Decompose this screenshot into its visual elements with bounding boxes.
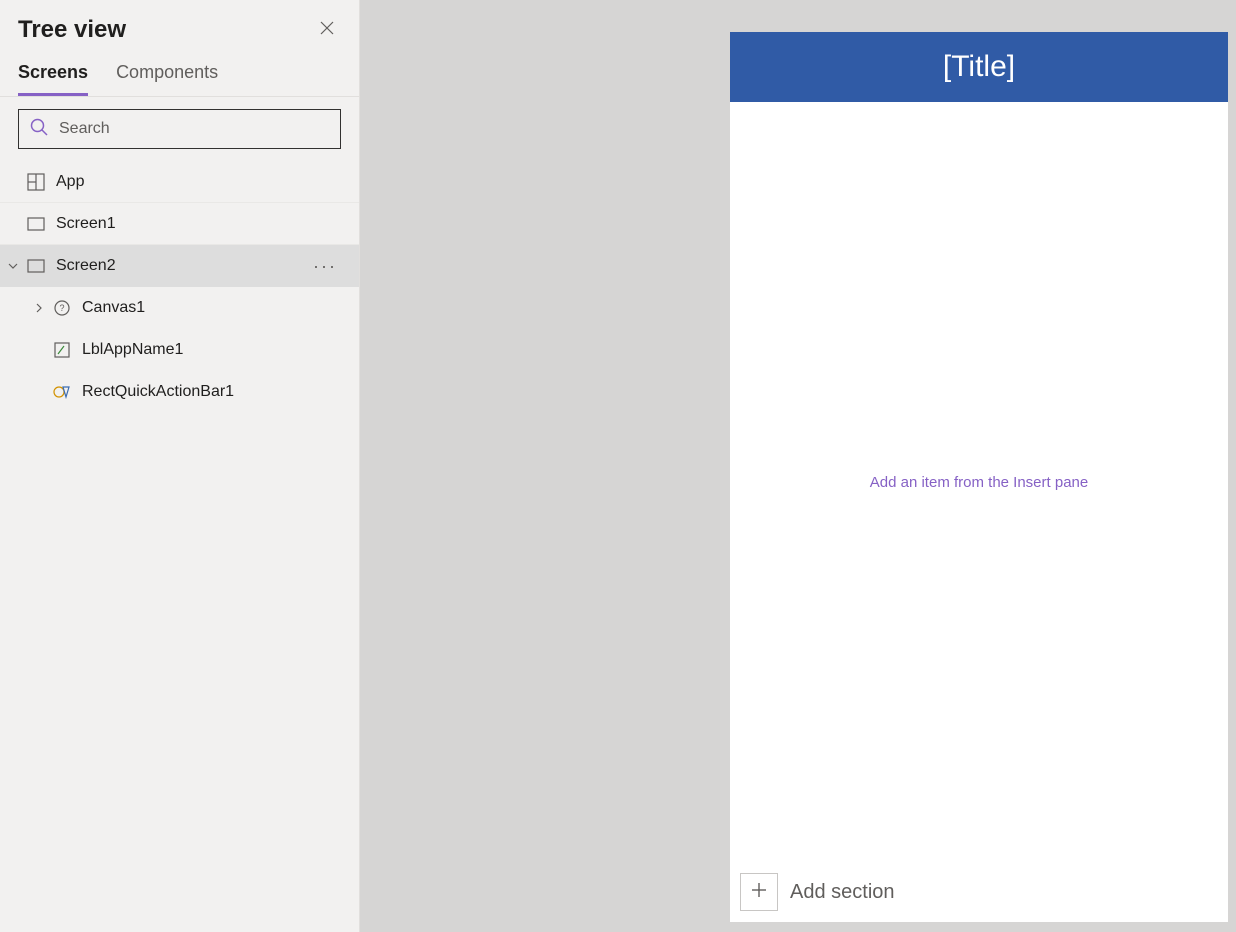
tree-item-label: LblAppName1 [82,341,341,359]
tree-list: App Screen1 Screen2 ··· ? [0,161,359,932]
tree-item-canvas1[interactable]: ? Canvas1 [0,287,359,329]
tree-item-rectquickactionbar1[interactable]: RectQuickActionBar1 [0,371,359,413]
component-icon: ? [52,298,72,318]
tree-view-header: Tree view [0,0,359,52]
tree-item-label: Canvas1 [82,299,341,317]
design-canvas[interactable]: [Title] Add an item from the Insert pane… [730,32,1228,922]
shape-icon [52,382,72,402]
close-icon [319,20,335,41]
tree-item-label: Screen2 [56,257,309,275]
tab-components[interactable]: Components [116,62,218,96]
tree-item-app[interactable]: App [0,161,359,203]
plus-icon [750,881,768,904]
tab-screens[interactable]: Screens [18,62,88,96]
tree-item-screen2[interactable]: Screen2 ··· [0,245,359,287]
tree-view-title: Tree view [18,16,126,44]
search-icon [29,117,49,142]
screen-icon [26,256,46,276]
title-text: [Title] [943,50,1015,84]
canvas-area: [Title] Add an item from the Insert pane… [360,0,1236,932]
svg-text:?: ? [59,303,64,313]
search-input[interactable] [59,120,330,138]
add-section-row: Add section [730,862,1228,922]
close-panel-button[interactable] [315,18,339,42]
insert-placeholder-text: Add an item from the Insert pane [870,474,1088,491]
canvas-body[interactable]: Add an item from the Insert pane [730,102,1228,862]
chevron-right-icon[interactable] [26,302,52,314]
add-section-label: Add section [790,881,895,904]
tree-item-screen1[interactable]: Screen1 [0,203,359,245]
add-section-button[interactable] [740,873,778,911]
search-box[interactable] [18,109,341,149]
tree-view-tabs: Screens Components [0,52,359,97]
chevron-down-icon[interactable] [0,260,26,272]
tree-item-lblappname1[interactable]: LblAppName1 [0,329,359,371]
label-icon [52,340,72,360]
search-container [0,97,359,161]
titlebar[interactable]: [Title] [730,32,1228,102]
more-options-button[interactable]: ··· [309,256,341,277]
screen-icon [26,214,46,234]
tree-view-panel: Tree view Screens Components App [0,0,360,932]
app-icon [26,172,46,192]
tree-item-label: RectQuickActionBar1 [82,383,341,401]
tree-item-label: Screen1 [56,215,341,233]
tree-item-label: App [56,173,341,191]
